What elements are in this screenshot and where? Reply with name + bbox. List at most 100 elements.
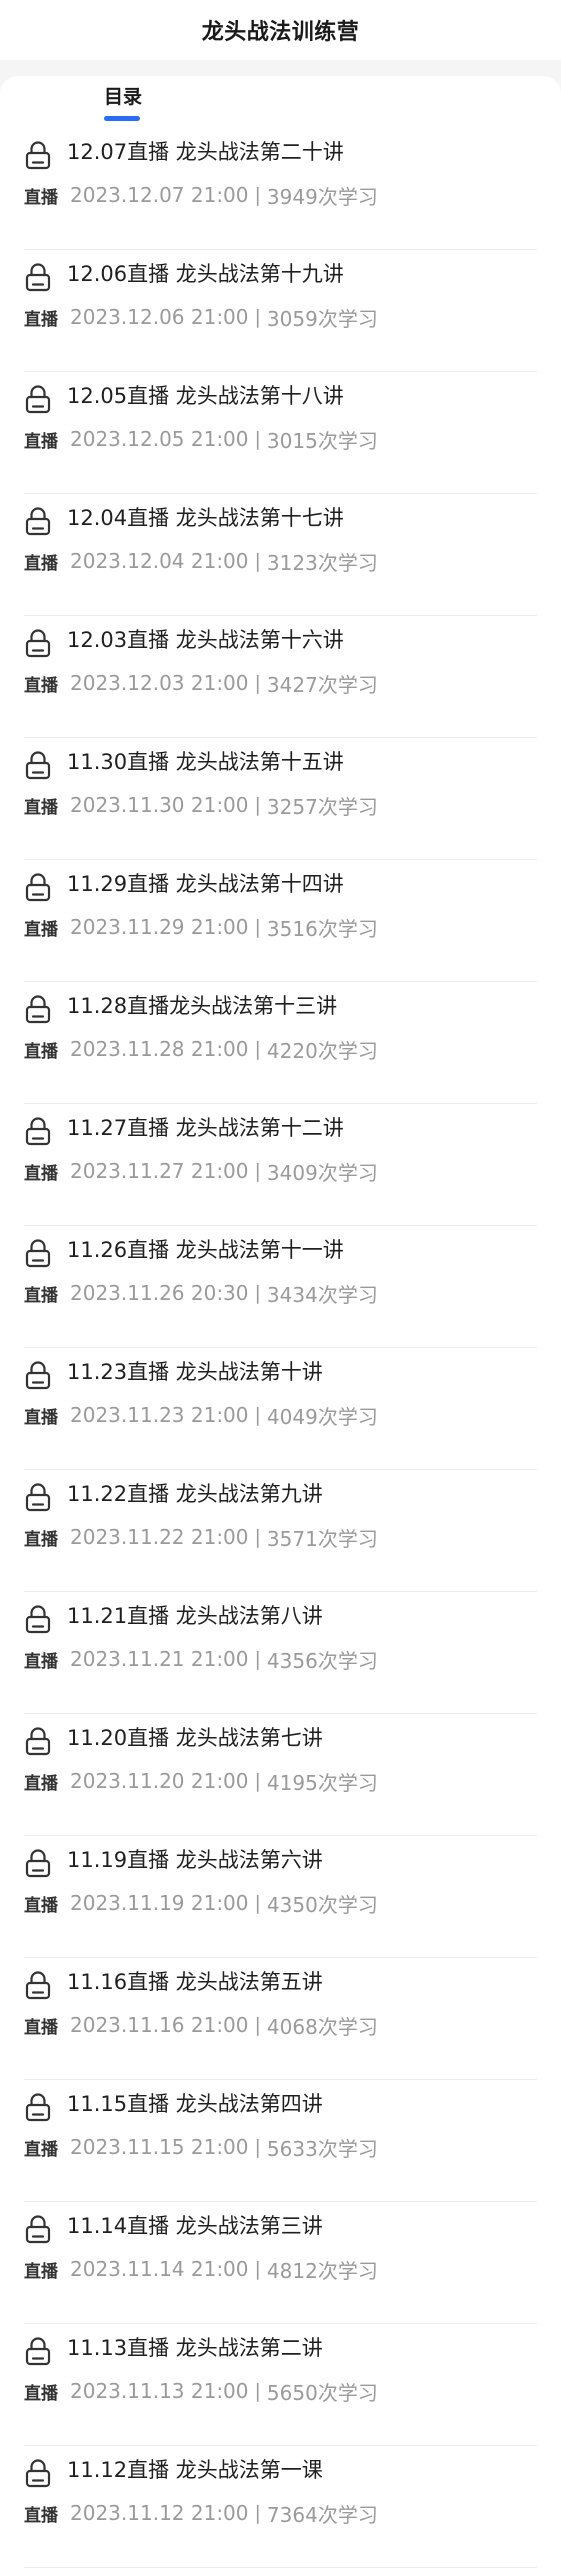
lesson-item[interactable]: 11.29直播 龙头战法第十四讲 直播 2023.11.29 21:00 | 3…: [0, 860, 561, 982]
lesson-meta: 直播 2023.11.29 21:00 | 3516次学习: [24, 913, 378, 941]
lesson-type: 直播: [24, 1041, 58, 1062]
lesson-meta: 直播 2023.12.05 21:00 | 3015次学习: [24, 425, 378, 453]
lesson-item[interactable]: 11.19直播 龙头战法第六讲 直播 2023.11.19 21:00 | 43…: [0, 1836, 561, 1958]
lesson-type: 直播: [24, 797, 58, 818]
lesson-title: 12.07直播 龙头战法第二十讲: [67, 140, 344, 164]
tab-bar: 目录: [0, 60, 561, 124]
lesson-item[interactable]: 11.16直播 龙头战法第五讲 直播 2023.11.16 21:00 | 40…: [0, 1958, 561, 2080]
lesson-title: 11.28直播龙头战法第十三讲: [67, 994, 338, 1018]
lesson-title: 12.06直播 龙头战法第十九讲: [67, 262, 344, 286]
lesson-title: 11.27直播 龙头战法第十二讲: [67, 1116, 344, 1140]
lesson-time: 2023.11.15 21:00: [70, 2135, 249, 2159]
lesson-item[interactable]: 11.13直播 龙头战法第二讲 直播 2023.11.13 21:00 | 56…: [0, 2324, 561, 2446]
lesson-time: 2023.11.21 21:00: [70, 1647, 249, 1671]
lesson-views: 4356次学习: [266, 1648, 378, 1673]
lesson-item[interactable]: 12.06直播 龙头战法第十九讲 直播 2023.12.06 21:00 | 3…: [0, 250, 561, 372]
lesson-views: 4350次学习: [266, 1892, 378, 1917]
lesson-title: 12.03直播 龙头战法第十六讲: [67, 628, 344, 652]
lesson-type: 直播: [24, 2505, 58, 2526]
meta-separator: |: [254, 2014, 261, 2036]
lesson-type: 直播: [24, 2017, 58, 2038]
lesson-title: 11.21直播 龙头战法第八讲: [67, 1604, 323, 1628]
lesson-type: 直播: [24, 2383, 58, 2404]
lesson-views: 3257次学习: [266, 794, 378, 819]
lesson-item[interactable]: 11.20直播 龙头战法第七讲 直播 2023.11.20 21:00 | 41…: [0, 1714, 561, 1836]
lesson-meta: 直播 2023.11.13 21:00 | 5650次学习: [24, 2377, 378, 2405]
lesson-type: 直播: [24, 1285, 58, 1306]
lesson-type: 直播: [24, 187, 58, 208]
lesson-item[interactable]: 12.05直播 龙头战法第十八讲 直播 2023.12.05 21:00 | 3…: [0, 372, 561, 494]
lesson-item[interactable]: 11.22直播 龙头战法第九讲 直播 2023.11.22 21:00 | 35…: [0, 1470, 561, 1592]
lesson-type: 直播: [24, 2139, 58, 2160]
lesson-item[interactable]: 11.28直播龙头战法第十三讲 直播 2023.11.28 21:00 | 42…: [0, 982, 561, 1104]
lesson-item[interactable]: 11.21直播 龙头战法第八讲 直播 2023.11.21 21:00 | 43…: [0, 1592, 561, 1714]
lesson-meta: 直播 2023.12.06 21:00 | 3059次学习: [24, 303, 378, 331]
lesson-item[interactable]: 11.26直播 龙头战法第十一讲 直播 2023.11.26 20:30 | 3…: [0, 1226, 561, 1348]
lesson-time: 2023.11.26 20:30: [70, 1281, 249, 1305]
lesson-title: 11.26直播 龙头战法第十一讲: [67, 1238, 344, 1262]
lesson-time: 2023.11.27 21:00: [70, 1159, 249, 1183]
lesson-meta: 直播 2023.11.15 21:00 | 5633次学习: [24, 2133, 378, 2161]
lesson-time: 2023.12.04 21:00: [70, 549, 249, 573]
lesson-type: 直播: [24, 919, 58, 940]
lesson-item[interactable]: 12.07直播 龙头战法第二十讲 直播 2023.12.07 21:00 | 3…: [0, 128, 561, 250]
lesson-title: 11.15直播 龙头战法第四讲: [67, 2092, 323, 2116]
lesson-item[interactable]: 12.03直播 龙头战法第十六讲 直播 2023.12.03 21:00 | 3…: [0, 616, 561, 738]
lesson-title: 11.19直播 龙头战法第六讲: [67, 1848, 323, 1872]
lesson-item[interactable]: 11.30直播 龙头战法第十五讲 直播 2023.11.30 21:00 | 3…: [0, 738, 561, 860]
lesson-title: 11.22直播 龙头战法第九讲: [67, 1482, 323, 1506]
lesson-meta: 直播 2023.12.04 21:00 | 3123次学习: [24, 547, 378, 575]
lesson-meta: 直播 2023.11.22 21:00 | 3571次学习: [24, 1523, 378, 1551]
lesson-item[interactable]: 11.12直播 龙头战法第一课 直播 2023.11.12 21:00 | 73…: [0, 2446, 561, 2568]
meta-separator: |: [254, 672, 261, 694]
lesson-item[interactable]: 11.15直播 龙头战法第四讲 直播 2023.11.15 21:00 | 56…: [0, 2080, 561, 2202]
lock-icon: [25, 2214, 51, 2244]
lesson-item[interactable]: 11.23直播 龙头战法第十讲 直播 2023.11.23 21:00 | 40…: [0, 1348, 561, 1470]
lesson-type: 直播: [24, 1773, 58, 1794]
lock-icon: [25, 1238, 51, 1268]
meta-separator: |: [254, 306, 261, 328]
meta-separator: |: [254, 1404, 261, 1426]
meta-separator: |: [254, 2502, 261, 2524]
lesson-views: 3949次学习: [266, 184, 378, 209]
meta-separator: |: [254, 2258, 261, 2280]
meta-separator: |: [254, 2136, 261, 2158]
lesson-item[interactable]: 11.27直播 龙头战法第十二讲 直播 2023.11.27 21:00 | 3…: [0, 1104, 561, 1226]
lock-icon: [25, 1970, 51, 2000]
lesson-time: 2023.11.19 21:00: [70, 1891, 249, 1915]
lesson-views: 7364次学习: [266, 2502, 378, 2527]
meta-separator: |: [254, 1038, 261, 1060]
lesson-meta: 直播 2023.11.23 21:00 | 4049次学习: [24, 1401, 378, 1429]
meta-separator: |: [254, 2380, 261, 2402]
lesson-time: 2023.11.13 21:00: [70, 2379, 249, 2403]
lesson-time: 2023.11.14 21:00: [70, 2257, 249, 2281]
lesson-views: 3123次学习: [266, 550, 378, 575]
meta-separator: |: [254, 1648, 261, 1670]
lock-icon: [25, 750, 51, 780]
lesson-meta: 直播 2023.11.20 21:00 | 4195次学习: [24, 1767, 378, 1795]
lesson-list: 12.07直播 龙头战法第二十讲 直播 2023.12.07 21:00 | 3…: [0, 128, 561, 2568]
lesson-views: 3409次学习: [266, 1160, 378, 1185]
lock-icon: [25, 2336, 51, 2366]
lesson-time: 2023.11.23 21:00: [70, 1403, 249, 1427]
lock-icon: [25, 628, 51, 658]
lesson-time: 2023.12.07 21:00: [70, 183, 249, 207]
lock-icon: [25, 2092, 51, 2122]
lesson-meta: 直播 2023.11.26 20:30 | 3434次学习: [24, 1279, 378, 1307]
lock-icon: [25, 2458, 51, 2488]
lesson-time: 2023.11.12 21:00: [70, 2501, 249, 2525]
lesson-title: 11.14直播 龙头战法第三讲: [67, 2214, 323, 2238]
lesson-meta: 直播 2023.11.28 21:00 | 4220次学习: [24, 1035, 378, 1063]
lesson-type: 直播: [24, 675, 58, 696]
lesson-meta: 直播 2023.11.30 21:00 | 3257次学习: [24, 791, 378, 819]
lesson-views: 4049次学习: [266, 1404, 378, 1429]
lesson-item[interactable]: 11.14直播 龙头战法第三讲 直播 2023.11.14 21:00 | 48…: [0, 2202, 561, 2324]
tab-catalog[interactable]: 目录: [101, 82, 145, 118]
lesson-type: 直播: [24, 1651, 58, 1672]
lesson-title: 11.20直播 龙头战法第七讲: [67, 1726, 323, 1750]
lesson-views: 3427次学习: [266, 672, 378, 697]
lesson-type: 直播: [24, 1163, 58, 1184]
lesson-item[interactable]: 12.04直播 龙头战法第十七讲 直播 2023.12.04 21:00 | 3…: [0, 494, 561, 616]
meta-separator: |: [254, 550, 261, 572]
lesson-title: 12.05直播 龙头战法第十八讲: [67, 384, 344, 408]
